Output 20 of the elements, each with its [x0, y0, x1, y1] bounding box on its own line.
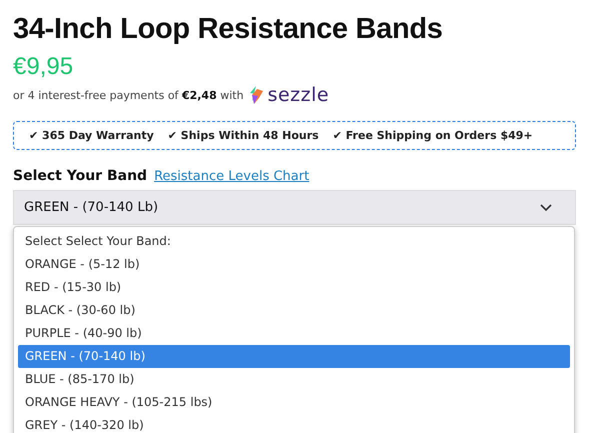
band-select[interactable]: GREEN - (70-140 Lb): [13, 190, 576, 225]
dropdown-option[interactable]: BLACK - (30-60 lb): [18, 299, 570, 322]
feature-text: ✔ 365 Day Warranty: [29, 129, 154, 142]
feature-text: ✔ Ships Within 48 Hours: [168, 129, 319, 142]
installment-text: or 4 interest-free payments of €2,48 with: [13, 88, 244, 102]
dropdown-option[interactable]: GREY - (140-320 lb): [18, 414, 570, 433]
dropdown-option[interactable]: BLUE - (85-170 lb): [18, 368, 570, 391]
price: €9,95: [13, 52, 74, 82]
sezzle-wordmark: sezzle: [268, 85, 330, 105]
band-label: Select Your Band: [13, 168, 148, 184]
feature-text: ✔ Free Shipping on Orders $49+: [332, 129, 533, 142]
chevron-down-icon: [539, 203, 553, 212]
dropdown-option[interactable]: Select Select Your Band:: [18, 230, 570, 253]
dropdown-option[interactable]: GREEN - (70-140 lb): [18, 345, 570, 368]
dropdown-option[interactable]: RED - (15-30 lb): [18, 276, 570, 299]
product-title: 34-Inch Loop Resistance Bands: [13, 12, 444, 47]
dropdown-option[interactable]: PURPLE - (40-90 lb): [18, 322, 570, 345]
chart-link[interactable]: Resistance Levels Chart: [154, 169, 310, 184]
dropdown-option[interactable]: ORANGE HEAVY - (105-215 lbs): [18, 391, 570, 414]
dropdown-option[interactable]: ORANGE - (5-12 lb): [18, 253, 570, 276]
